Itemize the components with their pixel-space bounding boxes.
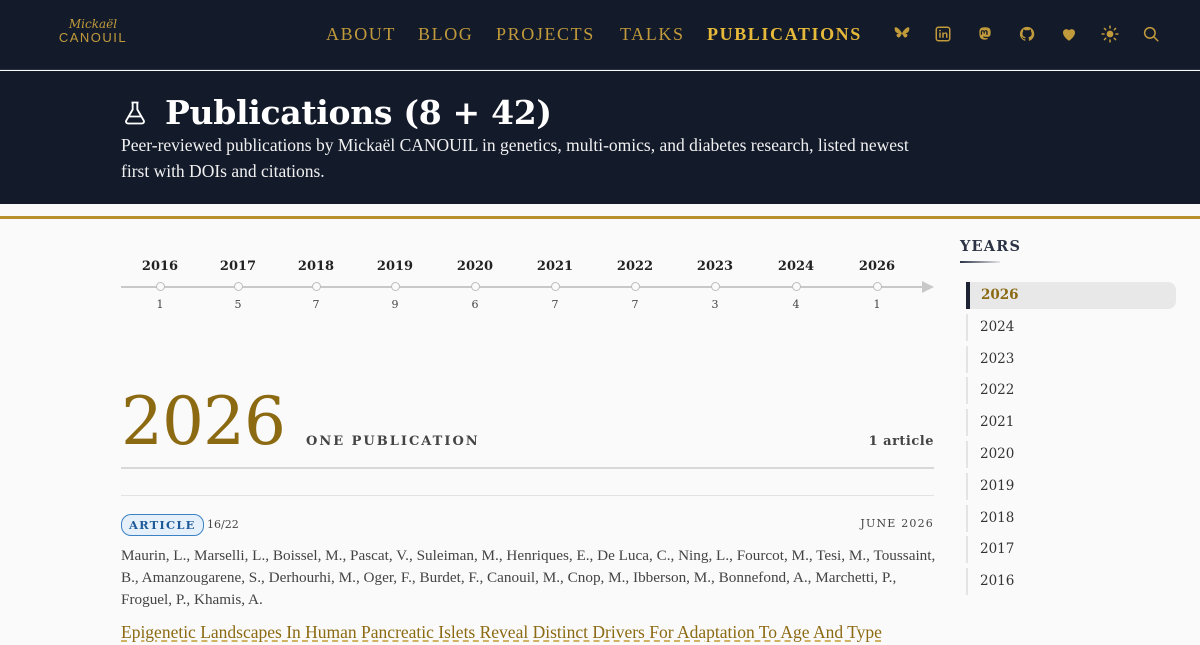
nav-publications[interactable]: PUBLICATIONS [707,24,862,45]
publication-index: 16/22 [207,518,239,531]
page-title: Publications (8 + 42) [121,93,552,132]
timeline-dot [390,282,400,291]
section-subtitle: ONE PUBLICATION [306,434,480,449]
sidebar-title: YEARS [960,238,1022,255]
article-badge: ARTICLE [121,514,204,536]
brand-logo[interactable]: Mickaël CANOUIL [48,18,138,46]
timeline-dot [470,282,480,291]
timeline-point[interactable]: 2018 7 [286,250,346,311]
timeline-point[interactable]: 2024 4 [766,250,826,311]
nav-projects[interactable]: PROJECTS [496,24,595,45]
timeline-point[interactable]: 2019 9 [365,250,425,311]
search-icon[interactable] [1141,24,1161,44]
sidebar-year-2022[interactable]: 2022 [966,377,1176,405]
timeline-arrow [922,281,934,293]
section-divider [121,467,934,469]
timeline-dot [710,282,720,291]
timeline-point[interactable]: 2016 1 [130,250,190,311]
timeline-year: 2021 [536,259,574,274]
timeline-count: 9 [391,298,399,311]
github-icon[interactable] [1017,24,1037,44]
timeline-dot [155,282,165,291]
timeline-year: 2019 [376,259,414,274]
bluesky-icon[interactable] [892,24,912,44]
publication-title-link[interactable]: Epigenetic Landscapes In Human Pancreati… [121,622,951,643]
timeline-point[interactable]: 2026 1 [847,250,907,311]
timeline-year: 2018 [297,259,335,274]
nav-about[interactable]: ABOUT [326,24,396,45]
timeline-dot [872,282,882,291]
mastodon-icon[interactable] [975,24,995,44]
publication-date: JUNE 2026 [860,517,934,530]
timeline-count: 1 [873,298,881,311]
sidebar-year-2023[interactable]: 2023 [966,345,1176,373]
timeline-dot [630,282,640,291]
sidebar-year-2020[interactable]: 2020 [966,440,1176,468]
linkedin-icon[interactable] [933,24,953,44]
page-title-text: Publications (8 + 42) [165,93,552,132]
timeline-point[interactable]: 2021 7 [525,250,585,311]
sun-icon[interactable] [1100,24,1120,44]
timeline-dot [550,282,560,291]
timeline-count: 1 [156,298,164,311]
timeline-count: 6 [471,298,479,311]
timeline-count: 4 [792,298,800,311]
timeline-count: 7 [312,298,320,311]
entry-divider [121,495,934,496]
timeline-year: 2024 [777,259,815,274]
timeline-dot [311,282,321,291]
timeline-year: 2016 [141,259,179,274]
timeline-point[interactable]: 2020 6 [445,250,505,311]
sidebar-year-2018[interactable]: 2018 [966,504,1176,532]
section-count: 1 article [868,434,934,449]
sidebar-year-2026[interactable]: 2026 [966,282,1176,309]
sidebar-year-2019[interactable]: 2019 [966,472,1176,500]
nav-blog[interactable]: BLOG [418,24,473,45]
timeline-point[interactable]: 2022 7 [605,250,665,311]
year-timeline: 2016 1 2017 5 2018 7 2019 9 2020 6 2021 7 2022… [121,250,936,320]
timeline-year: 2017 [219,259,257,274]
sidebar-title-underline [960,261,1000,263]
timeline-count: 7 [631,298,639,311]
timeline-dot [233,282,243,291]
timeline-count: 3 [711,298,719,311]
timeline-dot [791,282,801,291]
timeline-year: 2023 [696,259,734,274]
timeline-point[interactable]: 2017 5 [208,250,268,311]
navbar: Mickaël CANOUIL ABOUT BLOG PROJECTS TALK… [0,0,1200,70]
nav-talks[interactable]: TALKS [620,24,685,45]
timeline-year: 2020 [456,259,494,274]
timeline-count: 7 [551,298,559,311]
sidebar-year-2017[interactable]: 2017 [966,536,1176,564]
page-description: Peer-reviewed publications by Mickaël CA… [121,135,909,181]
sidebar-year-2016[interactable]: 2016 [966,568,1176,596]
heart-icon[interactable] [1059,24,1079,44]
sidebar-year-2021[interactable]: 2021 [966,409,1176,437]
timeline-year: 2026 [858,259,896,274]
sidebar-year-list: 2026 2024 2023 2022 2021 2020 2019 2018 … [966,282,1176,600]
sidebar-year-2024[interactable]: 2024 [966,313,1176,341]
brand-script: Mickaël [68,17,118,31]
page-header: Publications (8 + 42) Peer-reviewed publ… [0,71,1200,204]
timeline-year: 2022 [616,259,654,274]
header-divider [0,216,1200,219]
publication-authors: Maurin, L., Marselli, L., Boissel, M., P… [121,547,936,608]
section-year: 2026 [121,383,286,460]
brand-caps: CANOUIL [58,30,128,45]
timeline-count: 5 [234,298,242,311]
flask-icon [125,101,145,124]
timeline-point[interactable]: 2023 3 [685,250,745,311]
